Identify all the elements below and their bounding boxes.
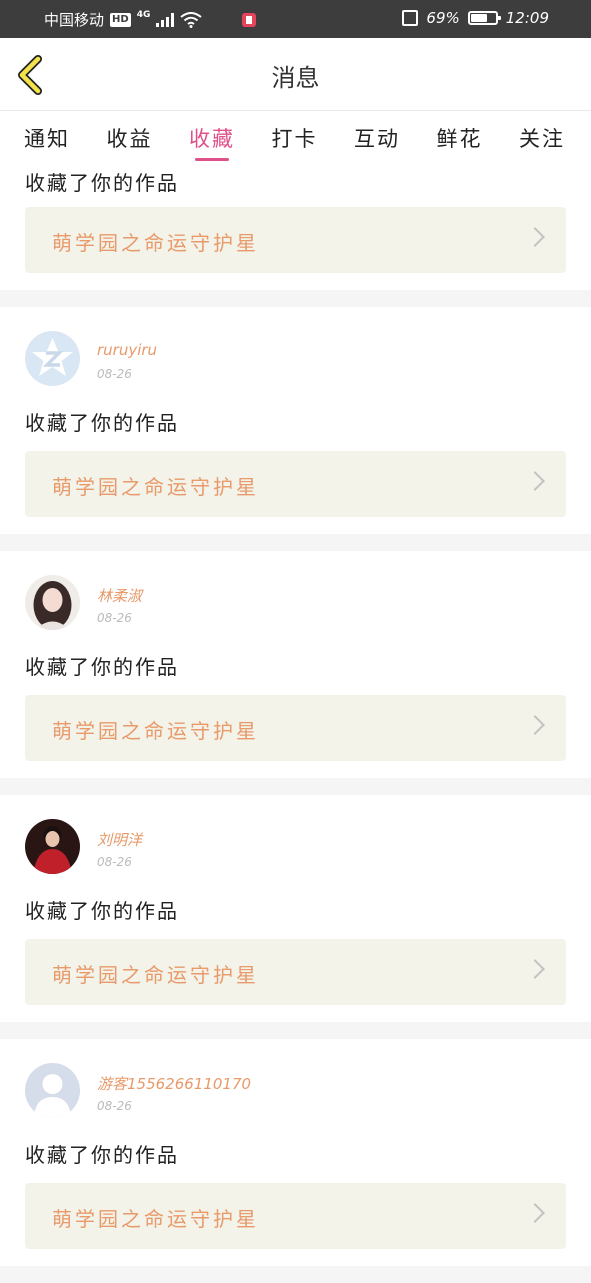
work-card[interactable]: 萌学园之命运守护星: [25, 695, 566, 761]
user-photo-icon: [33, 826, 72, 874]
hd-badge: HD: [110, 12, 131, 27]
title-bar: 消息: [0, 38, 591, 111]
message-date: 08-26: [97, 611, 132, 625]
tab-checkin[interactable]: 打卡: [272, 111, 318, 161]
username[interactable]: 游客1556266110170: [97, 1073, 251, 1094]
divider: [0, 290, 591, 307]
work-card[interactable]: 萌学园之命运守护星: [25, 939, 566, 1005]
chevron-right-icon: [525, 715, 545, 735]
clock: 12:09: [505, 9, 549, 27]
work-title: 萌学园之命运守护星: [52, 963, 259, 987]
chevron-right-icon: [525, 227, 545, 247]
tab-favorites[interactable]: 收藏: [189, 111, 235, 161]
network-type: 4G: [136, 9, 151, 20]
work-card[interactable]: 萌学园之命运守护星: [25, 1183, 566, 1249]
signal-icon: [156, 12, 175, 27]
work-title: 萌学园之命运守护星: [52, 231, 259, 255]
message-date: 08-26: [97, 1099, 132, 1113]
chevron-right-icon: [525, 1203, 545, 1223]
username[interactable]: 刘明洋: [97, 829, 142, 850]
page-title: 消息: [271, 64, 320, 92]
default-person-avatar-icon: [34, 1074, 71, 1118]
message-list[interactable]: 收藏了你的作品 萌学园之命运守护星 ruruyiru 08-26 收藏了你的作品…: [0, 161, 591, 1283]
battery-fill: [470, 14, 487, 22]
username[interactable]: ruruyiru: [97, 341, 157, 359]
tab-flowers[interactable]: 鲜花: [437, 111, 483, 161]
avatar[interactable]: [25, 331, 80, 386]
action-text: 收藏了你的作品: [25, 899, 179, 923]
status-bar-left: 中国移动 HD 4G: [44, 9, 257, 30]
divider: [0, 534, 591, 551]
status-bar-right: 69% 12:09: [402, 9, 549, 27]
message-date: 08-26: [97, 367, 132, 381]
divider: [0, 1266, 591, 1283]
list-item: ruruyiru 08-26 收藏了你的作品 萌学园之命运守护星: [0, 307, 591, 534]
work-title: 萌学园之命运守护星: [52, 719, 259, 743]
chevron-right-icon: [525, 959, 545, 979]
avatar[interactable]: [25, 1063, 80, 1118]
action-text: 收藏了你的作品: [25, 655, 179, 679]
tab-notice[interactable]: 通知: [24, 111, 70, 161]
action-text: 收藏了你的作品: [25, 171, 179, 195]
action-text: 收藏了你的作品: [25, 1143, 179, 1167]
tab-bar: 通知 收益 收藏 打卡 互动 鲜花 关注: [0, 111, 591, 161]
carrier-name: 中国移动: [44, 11, 105, 29]
vibrate-icon: [402, 10, 419, 26]
tab-follow[interactable]: 关注: [519, 111, 565, 161]
work-card[interactable]: 萌学园之命运守护星: [25, 207, 566, 273]
chevron-right-icon: [525, 471, 545, 491]
list-item: 刘明洋 08-26 收藏了你的作品 萌学园之命运守护星: [0, 795, 591, 1022]
message-date: 08-26: [97, 855, 132, 869]
tab-earnings[interactable]: 收益: [107, 111, 153, 161]
list-item: 收藏了你的作品 萌学园之命运守护星: [0, 161, 591, 290]
app-notification-icon: [242, 12, 257, 27]
action-text: 收藏了你的作品: [25, 411, 179, 435]
work-title: 萌学园之命运守护星: [52, 475, 259, 499]
tab-interaction[interactable]: 互动: [354, 111, 400, 161]
user-photo-icon: [33, 581, 72, 630]
default-star-avatar-icon: [32, 338, 73, 376]
divider: [0, 778, 591, 795]
work-title: 萌学园之命运守护星: [52, 1207, 259, 1231]
battery-icon: [467, 11, 501, 25]
avatar[interactable]: [25, 819, 80, 874]
work-card[interactable]: 萌学园之命运守护星: [25, 451, 566, 517]
status-bar: 中国移动 HD 4G 69% 12:09: [0, 0, 591, 38]
wifi-icon: [180, 11, 202, 28]
list-item: 游客1556266110170 08-26 收藏了你的作品 萌学园之命运守护星: [0, 1039, 591, 1266]
username[interactable]: 林柔淑: [97, 585, 142, 606]
list-item: 林柔淑 08-26 收藏了你的作品 萌学园之命运守护星: [0, 551, 591, 778]
battery-percent: 69%: [426, 9, 460, 27]
avatar[interactable]: [25, 575, 80, 630]
divider: [0, 1022, 591, 1039]
